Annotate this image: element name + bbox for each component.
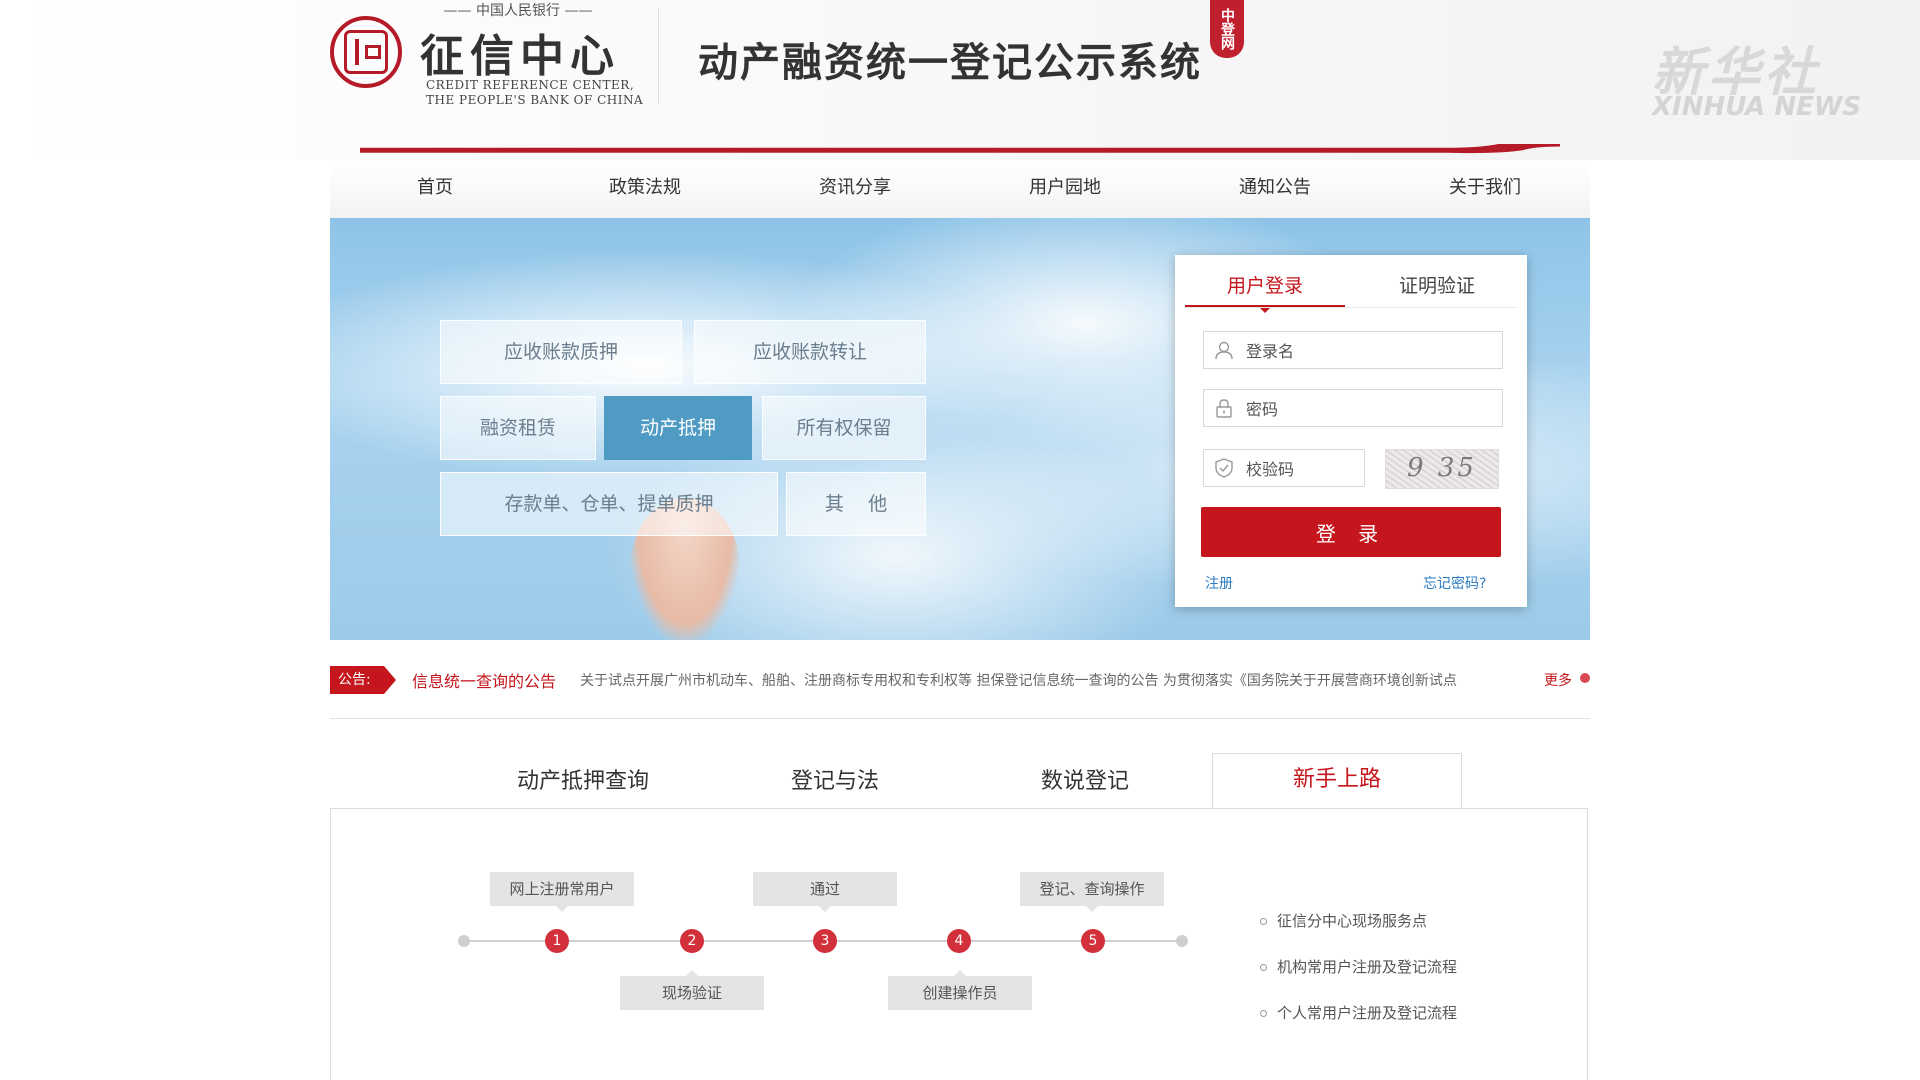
step-label-online-register: 网上注册常用户 bbox=[490, 872, 634, 912]
header-divider bbox=[658, 8, 659, 104]
notice-title-link[interactable]: 信息统一查询的公告 bbox=[412, 668, 556, 692]
category-other[interactable]: 其 他 bbox=[786, 472, 926, 536]
captcha-image[interactable]: 9 35 bbox=[1385, 449, 1499, 489]
nav-item-user-garden[interactable]: 用户园地 bbox=[960, 162, 1170, 218]
step-label-onsite-verify: 现场验证 bbox=[620, 970, 764, 1010]
tab-user-login[interactable]: 用户登录 bbox=[1185, 267, 1345, 313]
bank-name: —— 中国人民银行 —— bbox=[443, 3, 593, 19]
guide-link-individual-register[interactable]: 个人常用户注册及登记流程 bbox=[1260, 1002, 1457, 1023]
flow-start-dot bbox=[458, 935, 470, 947]
shield-check-icon bbox=[1215, 458, 1233, 478]
system-title: 动产融资统一登记公示系统 bbox=[698, 39, 1202, 86]
tab-chattel-mortgage-query[interactable]: 动产抵押查询 bbox=[458, 756, 708, 808]
more-notices-link[interactable]: 更多 bbox=[1544, 670, 1572, 690]
flow-end-dot bbox=[1176, 935, 1188, 947]
category-deposit-pledge[interactable]: 存款单、仓单、提单质押 bbox=[440, 472, 778, 536]
register-link[interactable]: 注册 bbox=[1205, 573, 1233, 593]
xinhua-watermark-en: XINHUA NEWS bbox=[1652, 92, 1862, 122]
step-label-create-operator: 创建操作员 bbox=[888, 970, 1032, 1010]
step-label-register-query: 登记、查询操作 bbox=[1020, 872, 1164, 912]
captcha-field bbox=[1203, 449, 1365, 488]
tab-data-registration[interactable]: 数说登记 bbox=[960, 756, 1210, 808]
login-button[interactable]: 登 录 bbox=[1201, 507, 1501, 557]
category-receivables-pledge[interactable]: 应收账款质押 bbox=[440, 320, 682, 384]
main-nav: 首页 政策法规 资讯分享 用户园地 通知公告 关于我们 bbox=[330, 162, 1590, 218]
more-arrow-icon[interactable] bbox=[1580, 673, 1590, 683]
step-circle-2: 2 bbox=[680, 929, 704, 953]
password-field bbox=[1203, 389, 1503, 428]
category-chattel-mortgage[interactable]: 动产抵押 bbox=[604, 396, 752, 460]
credit-center-logo-icon bbox=[330, 16, 402, 88]
site-header: —— 中国人民银行 —— 征信中心 CREDIT REFERENCE CENTE… bbox=[0, 0, 1920, 160]
nav-item-news[interactable]: 资讯分享 bbox=[750, 162, 960, 218]
notice-divider bbox=[330, 718, 1590, 719]
nav-item-policies[interactable]: 政策法规 bbox=[540, 162, 750, 218]
category-retention-of-title[interactable]: 所有权保留 bbox=[762, 396, 926, 460]
notice-badge: 公告: bbox=[330, 666, 396, 694]
step-circle-5: 5 bbox=[1081, 929, 1105, 953]
zhongdengwang-badge: 中登网 bbox=[1210, 0, 1244, 58]
category-financial-lease[interactable]: 融资租赁 bbox=[440, 396, 596, 460]
step-circle-1: 1 bbox=[545, 929, 569, 953]
notice-scroll-text[interactable]: 关于试点开展广州市机动车、船舶、注册商标专用权和专利权等 担保登记信息统一查询的… bbox=[580, 670, 1510, 690]
tab-cert-verify[interactable]: 证明验证 bbox=[1357, 267, 1517, 305]
lock-icon bbox=[1216, 399, 1232, 418]
nav-item-home[interactable]: 首页 bbox=[330, 162, 540, 218]
tab-registration-and-law[interactable]: 登记与法 bbox=[710, 756, 960, 808]
nav-item-notices[interactable]: 通知公告 bbox=[1170, 162, 1380, 218]
user-icon bbox=[1215, 341, 1233, 360]
password-input[interactable] bbox=[1244, 390, 1488, 428]
step-circle-3: 3 bbox=[813, 929, 837, 953]
brand-english-line1: CREDIT REFERENCE CENTER, bbox=[426, 78, 635, 92]
notice-bar: 公告: 信息统一查询的公告 关于试点开展广州市机动车、船舶、注册商标专用权和专利… bbox=[330, 662, 1590, 698]
brand-english-line2: THE PEOPLE'S BANK OF CHINA bbox=[426, 93, 644, 107]
step-circle-4: 4 bbox=[947, 929, 971, 953]
guide-link-institution-register[interactable]: 机构常用户注册及登记流程 bbox=[1260, 956, 1457, 977]
guide-link-service-points[interactable]: 征信分中心现场服务点 bbox=[1260, 910, 1427, 931]
step-label-approved: 通过 bbox=[753, 872, 897, 912]
login-tabs-divider bbox=[1185, 307, 1517, 308]
username-field bbox=[1203, 331, 1503, 370]
login-panel: 用户登录 证明验证 9 35 登 录 注册 忘记密码? bbox=[1175, 255, 1527, 607]
header-red-band bbox=[360, 144, 1560, 154]
tab-beginners-guide[interactable]: 新手上路 bbox=[1212, 753, 1462, 808]
category-receivables-transfer[interactable]: 应收账款转让 bbox=[694, 320, 926, 384]
badge-text: 中登网 bbox=[1219, 8, 1235, 50]
captcha-input[interactable] bbox=[1244, 450, 1358, 488]
forgot-password-link[interactable]: 忘记密码? bbox=[1423, 573, 1486, 593]
username-input[interactable] bbox=[1244, 332, 1488, 370]
nav-item-about[interactable]: 关于我们 bbox=[1380, 162, 1590, 218]
brand-name: 征信中心 bbox=[420, 31, 620, 82]
